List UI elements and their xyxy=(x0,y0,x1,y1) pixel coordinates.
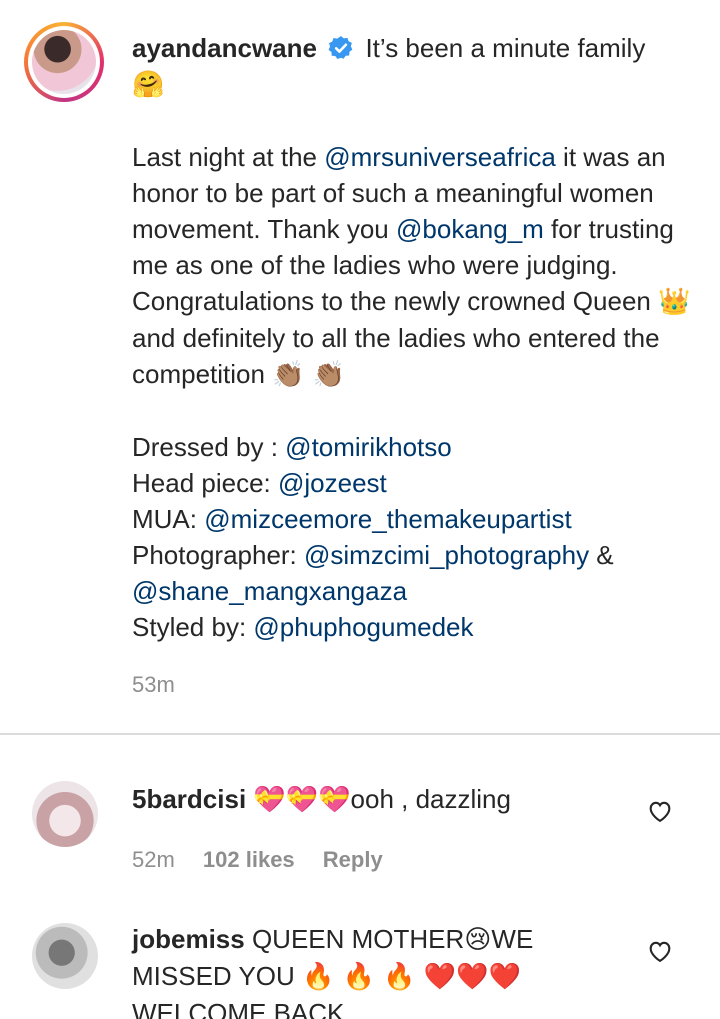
comment-body: ooh , dazzling xyxy=(350,784,511,814)
commenter-username[interactable]: jobemiss xyxy=(132,924,245,954)
author-avatar-image xyxy=(32,30,96,94)
credit-label: Photographer: xyxy=(132,540,305,570)
credit-label: Head piece: xyxy=(132,468,278,498)
mention-link[interactable]: @shane_mangxangaza xyxy=(132,576,407,606)
comment-time: 52m xyxy=(132,847,175,872)
post-timestamp: 53m xyxy=(132,672,175,697)
crown-emoji: 👑 xyxy=(658,287,691,317)
comment-meta: 52m 102 likes Reply xyxy=(132,847,405,873)
comment-body: QUEEN MOTHER xyxy=(251,924,465,954)
commenter-avatar[interactable] xyxy=(32,781,98,847)
comment-text: 5bardcisi 💝💝💝ooh , dazzling xyxy=(132,781,622,818)
commenter-avatar[interactable] xyxy=(32,923,98,989)
comment-item: jobemiss QUEEN MOTHER😢WE MISSED YOU 🔥 🔥 … xyxy=(0,905,720,1019)
comment-text: jobemiss QUEEN MOTHER😢WE MISSED YOU 🔥 🔥 … xyxy=(132,921,622,1019)
verified-badge-icon xyxy=(328,36,353,59)
credit-separator: & xyxy=(589,540,614,570)
caption-line: It’s been a minute family xyxy=(365,33,646,63)
mention-link[interactable]: @phuphogumedek xyxy=(253,612,473,642)
clap-emoji: 👏🏽 👏🏽 xyxy=(272,360,346,390)
credit-label: MUA: xyxy=(132,504,205,534)
author-username[interactable]: ayandancwane xyxy=(132,33,317,63)
comment-item: 5bardcisi 💝💝💝ooh , dazzling 52m 102 like… xyxy=(0,735,720,905)
mention-link[interactable]: @jozeest xyxy=(278,468,387,498)
fire-heart-emoji: 🔥 🔥 🔥 ❤️❤️❤️ xyxy=(302,962,522,992)
like-heart-icon[interactable] xyxy=(646,797,674,825)
commenter-username[interactable]: 5bardcisi xyxy=(132,784,246,814)
mention-link[interactable]: @mrsuniverseafrica xyxy=(324,142,556,172)
comment-likes[interactable]: 102 likes xyxy=(203,847,295,872)
mention-link[interactable]: @mizceemore_themakeupartist xyxy=(204,504,571,534)
post-caption: ayandancwane It’s been a minute family 🤗… xyxy=(0,0,720,733)
mention-link[interactable]: @simzcimi_photography xyxy=(304,540,589,570)
caption-segment: Last night at the xyxy=(132,142,325,172)
hug-emoji: 🤗 xyxy=(132,70,165,100)
crying-emoji: 😢 xyxy=(464,925,492,955)
mention-link[interactable]: @bokang_m xyxy=(396,214,544,244)
gift-heart-emoji: 💝💝💝 xyxy=(253,785,351,815)
reply-button[interactable]: Reply xyxy=(323,847,383,872)
caption-segment: and definitely to all the ladies who ent… xyxy=(132,323,660,389)
credit-label: Dressed by : xyxy=(132,432,286,462)
mention-link[interactable]: @tomirikhotso xyxy=(285,432,452,462)
credit-label: Styled by: xyxy=(132,612,254,642)
comment-body: WELCOME BACK xyxy=(132,998,345,1019)
like-heart-icon[interactable] xyxy=(646,937,674,965)
caption-text: ayandancwane It’s been a minute family 🤗… xyxy=(132,30,692,645)
author-avatar[interactable] xyxy=(24,22,104,102)
